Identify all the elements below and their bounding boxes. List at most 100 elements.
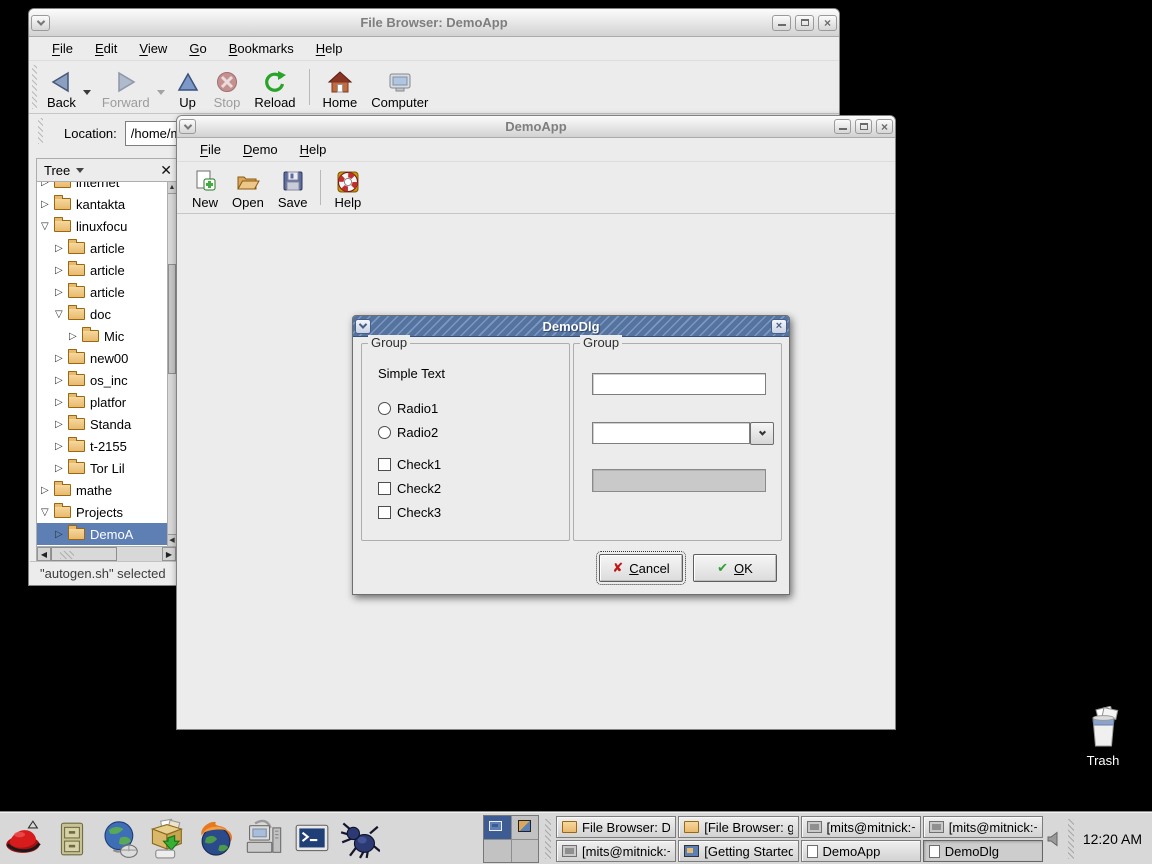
close-button[interactable]: ×	[876, 119, 893, 134]
checkbox[interactable]	[378, 482, 391, 495]
taskbar-window-button[interactable]: [mits@mitnick:~	[923, 816, 1043, 838]
scrollbar-thumb[interactable]	[168, 264, 176, 374]
workspace-switcher[interactable]	[483, 815, 539, 863]
close-button[interactable]: ×	[818, 15, 837, 31]
scroll-right-arrow[interactable]: ▶	[162, 547, 176, 561]
trash-desktop-icon[interactable]: Trash	[1076, 706, 1130, 768]
tree-item[interactable]: ▷ platfor	[37, 391, 167, 413]
radio-button[interactable]	[378, 402, 391, 415]
taskbar-window-button[interactable]: DemoApp	[801, 840, 921, 862]
expander-icon[interactable]: ▷	[55, 463, 68, 474]
expander-icon[interactable]: ▷	[41, 485, 54, 496]
combo-dropdown-button[interactable]	[750, 422, 774, 445]
expander-icon[interactable]: ▷	[55, 419, 68, 430]
back-history-dropdown[interactable]	[83, 90, 91, 99]
scroll-up-arrow[interactable]: ▲	[168, 182, 176, 194]
taskbar-window-button[interactable]: [mits@mitnick:~	[556, 840, 676, 862]
expander-icon[interactable]: ▷	[55, 375, 68, 386]
computer-button[interactable]: Computer	[364, 65, 435, 113]
tree-item[interactable]: ▷ DemoA	[37, 523, 167, 545]
combo-entry[interactable]	[592, 422, 750, 444]
window-menu-button[interactable]	[31, 15, 50, 31]
expander-icon[interactable]: ▷	[69, 331, 82, 342]
menu-item[interactable]: Go	[180, 38, 215, 59]
checkbox[interactable]	[378, 458, 391, 471]
minimize-button[interactable]	[834, 119, 851, 134]
terminal-launcher[interactable]	[292, 819, 332, 859]
workspace-1[interactable]	[484, 816, 511, 839]
tree-item[interactable]: ▽ linuxfocu	[37, 215, 167, 237]
tree-item[interactable]: ▷ mathe	[37, 479, 167, 501]
tree-item[interactable]: ▷ article	[37, 281, 167, 303]
side-pane-close-button[interactable]: ✕	[160, 162, 172, 179]
tree-item[interactable]: ▷ t-2155	[37, 435, 167, 457]
tree-item[interactable]: ▷ Mic	[37, 325, 167, 347]
checkbox-row[interactable]: Check2	[378, 480, 441, 496]
checkbox-row[interactable]: Check1	[378, 456, 441, 472]
config-tool-launcher[interactable]	[340, 819, 380, 859]
demodlg-titlebar[interactable]: DemoDlg ×	[353, 316, 789, 337]
red-hat-menu-button[interactable]	[4, 819, 44, 859]
mozilla-browser-launcher[interactable]	[196, 819, 236, 859]
radio-row[interactable]: Radio1	[378, 400, 438, 416]
expander-icon[interactable]: ▷	[41, 199, 54, 210]
back-button[interactable]: Back	[40, 65, 83, 113]
tree-item[interactable]: ▷ Tor Lil	[37, 457, 167, 479]
radio-row[interactable]: Radio2	[378, 424, 438, 440]
expander-icon[interactable]: ▷	[55, 265, 68, 276]
help-button[interactable]: Help	[327, 165, 368, 213]
tree-item[interactable]: ▷ article	[37, 237, 167, 259]
menu-item[interactable]: File	[191, 139, 230, 160]
web-browser-launcher[interactable]	[100, 819, 140, 859]
taskbar-window-button[interactable]: [mits@mitnick:~	[801, 816, 921, 838]
close-button[interactable]: ×	[771, 319, 787, 334]
scroll-left-arrow[interactable]: ◀	[168, 534, 176, 546]
tree-item[interactable]: ▷ new00	[37, 347, 167, 369]
minimize-button[interactable]	[772, 15, 791, 31]
taskbar-window-button[interactable]: DemoDlg	[923, 840, 1043, 862]
panel-grip[interactable]	[1068, 819, 1074, 859]
tree-item[interactable]: ▷ Standa	[37, 413, 167, 435]
tree-item[interactable]: ▷ internet	[37, 182, 167, 193]
menu-item[interactable]: Demo	[234, 139, 287, 160]
menu-item[interactable]: File	[43, 38, 82, 59]
menu-item[interactable]: Help	[291, 139, 336, 160]
expander-icon[interactable]: ▽	[41, 507, 54, 518]
tree-horizontal-scrollbar[interactable]: ◀ ▶	[36, 547, 177, 562]
menu-item[interactable]: View	[130, 38, 176, 59]
expander-icon[interactable]: ▷	[41, 182, 54, 188]
save-button[interactable]: Save	[271, 165, 315, 213]
expander-icon[interactable]: ▽	[41, 221, 54, 232]
hardware-browser-launcher[interactable]	[244, 819, 284, 859]
taskbar-window-button[interactable]: [File Browser: gt	[678, 816, 798, 838]
tree-vertical-scrollbar[interactable]: ▲ ◀	[167, 182, 176, 546]
checkbox-row[interactable]: Check3	[378, 504, 441, 520]
up-button[interactable]: Up	[169, 65, 207, 113]
location-bar-grip[interactable]	[38, 118, 43, 144]
expander-icon[interactable]: ▽	[55, 309, 68, 320]
clock[interactable]: 12:20 AM	[1083, 813, 1142, 864]
stop-button[interactable]: Stop	[207, 65, 248, 113]
maximize-button[interactable]	[795, 15, 814, 31]
workspace-4[interactable]	[512, 840, 539, 863]
expander-icon[interactable]: ▷	[55, 529, 68, 540]
open-button[interactable]: Open	[225, 165, 271, 213]
forward-history-dropdown[interactable]	[157, 90, 165, 99]
panel-grip[interactable]	[545, 819, 551, 859]
reload-button[interactable]: Reload	[247, 65, 302, 113]
ok-button[interactable]: ✔ OK	[693, 554, 777, 582]
demoapp-titlebar[interactable]: DemoApp ×	[177, 116, 895, 138]
tree-item[interactable]: ▽ doc	[37, 303, 167, 325]
side-pane-selector[interactable]: Tree ✕	[36, 158, 177, 182]
expander-icon[interactable]: ▷	[55, 243, 68, 254]
expander-icon[interactable]: ▷	[55, 353, 68, 364]
tree-item[interactable]: ▷ kantakta	[37, 193, 167, 215]
window-menu-button[interactable]	[179, 119, 196, 134]
tree-item[interactable]: ▷ article	[37, 259, 167, 281]
expander-icon[interactable]: ▷	[55, 397, 68, 408]
cancel-button[interactable]: ✘ Cancel	[599, 554, 683, 582]
taskbar-window-button[interactable]: [Getting Started	[678, 840, 798, 862]
menu-item[interactable]: Help	[307, 38, 352, 59]
menu-item[interactable]: Bookmarks	[220, 38, 303, 59]
scrollbar-thumb[interactable]	[51, 547, 117, 561]
